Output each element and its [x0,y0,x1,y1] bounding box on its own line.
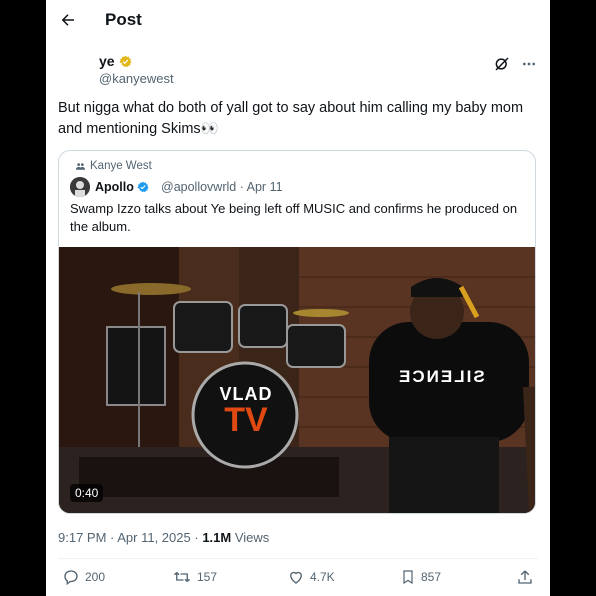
like-button[interactable]: 4.7K [287,568,335,586]
post-panel: Post ye @kanyewest But nigga what do bot… [46,0,550,596]
vlad-logo: VLAD TV [212,384,280,439]
quote-author-name[interactable]: Apollo [95,180,149,194]
repost-arrows-icon [174,572,190,582]
like-count: 4.7K [310,570,335,584]
divider [58,558,538,559]
grok-icon [495,57,509,71]
bookmark-button[interactable]: 857 [400,568,441,586]
repost-by: Kanye West [90,160,152,172]
quote-author-handle: @apollovwrld · Apr 11 [161,180,283,194]
post-meta: 9:17 PM · Apr 11, 2025 · 1.1M Views [58,530,269,545]
quote-author-name-text: Apollo [95,180,134,194]
reply-count: 200 [85,570,106,584]
verified-gold-icon [119,55,132,67]
verified-blue-icon [137,181,149,193]
bookmark-icon [403,570,413,585]
quote-avatar[interactable] [70,177,90,197]
bookmark-count: 857 [421,570,442,584]
share-button[interactable] [516,568,534,586]
more-button[interactable] [520,55,538,73]
page-title: Post [105,10,142,29]
header: Post [46,0,550,40]
quoted-post[interactable]: Kanye West Apollo @apollovwrld · Apr 11 … [58,150,536,514]
more-icon [523,62,535,66]
back-arrow-icon [61,14,74,26]
author-name[interactable]: ye [99,53,132,69]
back-button[interactable] [56,8,80,32]
vlad-logo-bottom: TV [224,401,268,439]
author-name-text: ye [99,53,115,69]
repost-icon [75,162,86,170]
quote-avatar-image [70,177,90,197]
quote-text: Swamp Izzo talks about Ye being left off… [70,201,518,234]
timestamp[interactable]: 9:17 PM · Apr 11, 2025 [58,530,191,545]
views-label: Views [234,530,270,545]
repost-count: 157 [197,570,218,584]
author-handle[interactable]: @kanyewest [99,71,174,86]
grok-button[interactable] [493,55,511,73]
reply-button[interactable]: 200 [62,568,105,586]
video-duration: 0:40 [70,484,104,502]
post-text: But nigga what do both of yall got to sa… [58,100,524,137]
repost-line: Kanye West [75,160,152,172]
action-bar: 200 157 4.7K 857 [58,568,538,592]
share-icon [518,570,532,584]
video-player[interactable]: VLAD TV SILENCE 0:40 [59,247,535,513]
repost-button[interactable]: 157 [172,568,217,586]
avatar[interactable] [58,50,98,90]
reply-icon [64,570,78,586]
shirt-text: SILENCE [397,367,485,386]
views-count: 1.1M [202,530,232,545]
like-icon [290,571,302,584]
